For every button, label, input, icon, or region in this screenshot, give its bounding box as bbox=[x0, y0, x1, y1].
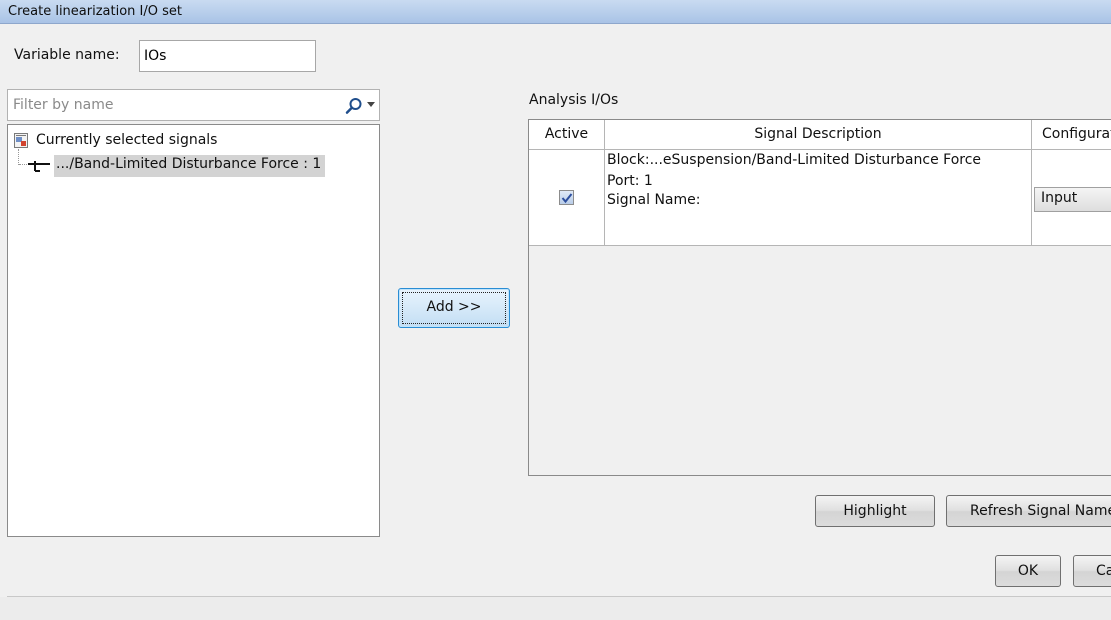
ok-button[interactable]: OK bbox=[995, 555, 1061, 587]
checkmark-icon bbox=[561, 193, 573, 204]
column-header-active[interactable]: Active bbox=[529, 120, 605, 150]
tree-connector bbox=[19, 164, 27, 165]
filter-box bbox=[7, 89, 380, 121]
add-button[interactable]: Add >> bbox=[398, 288, 510, 328]
cancel-button[interactable]: Cancel bbox=[1073, 555, 1111, 587]
filter-input[interactable] bbox=[9, 91, 334, 119]
highlight-button[interactable]: Highlight bbox=[815, 495, 935, 527]
table-row[interactable]: Block:...eSuspension/Band-Limited Distur… bbox=[529, 150, 1111, 246]
tree-signal-node[interactable]: .../Band-Limited Disturbance Force : 1 bbox=[28, 155, 376, 177]
signal-input-icon bbox=[28, 161, 50, 172]
signal-block-path: Block:...eSuspension/Band-Limited Distur… bbox=[607, 152, 982, 168]
tree-connector bbox=[18, 149, 19, 165]
configuration-cell: Input bbox=[1032, 150, 1111, 246]
add-button-label: Add >> bbox=[426, 299, 482, 315]
analysis-ios-label: Analysis I/Os bbox=[529, 92, 619, 108]
signal-port: Port: 1 bbox=[607, 173, 653, 189]
chevron-down-icon[interactable] bbox=[367, 102, 375, 108]
configuration-dropdown[interactable]: Input bbox=[1034, 187, 1111, 212]
signal-description-cell: Block:...eSuspension/Band-Limited Distur… bbox=[605, 150, 1032, 246]
tree-signal-label: .../Band-Limited Disturbance Force : 1 bbox=[54, 155, 326, 177]
window-title-bar[interactable]: Create linearization I/O set bbox=[0, 0, 1111, 24]
column-header-signal-description[interactable]: Signal Description bbox=[605, 120, 1032, 150]
model-block-icon bbox=[14, 133, 28, 148]
tree-root-node[interactable]: Currently selected signals bbox=[12, 130, 372, 152]
search-icon[interactable] bbox=[344, 96, 364, 116]
signal-name: Signal Name: bbox=[607, 192, 701, 208]
active-checkbox[interactable] bbox=[559, 190, 574, 205]
variable-name-label: Variable name: bbox=[14, 47, 120, 63]
status-bar bbox=[0, 597, 1111, 620]
tree-root-label: Currently selected signals bbox=[36, 132, 218, 148]
active-cell bbox=[529, 150, 605, 246]
refresh-signal-names-button[interactable]: Refresh Signal Names bbox=[946, 495, 1111, 527]
variable-name-input[interactable] bbox=[139, 40, 316, 72]
analysis-ios-table: Active Signal Description Configuration … bbox=[528, 119, 1111, 476]
column-header-configuration[interactable]: Configuration bbox=[1032, 120, 1111, 150]
signal-tree: Currently selected signals .../Band-Limi… bbox=[7, 124, 380, 537]
window-title: Create linearization I/O set bbox=[8, 4, 182, 19]
